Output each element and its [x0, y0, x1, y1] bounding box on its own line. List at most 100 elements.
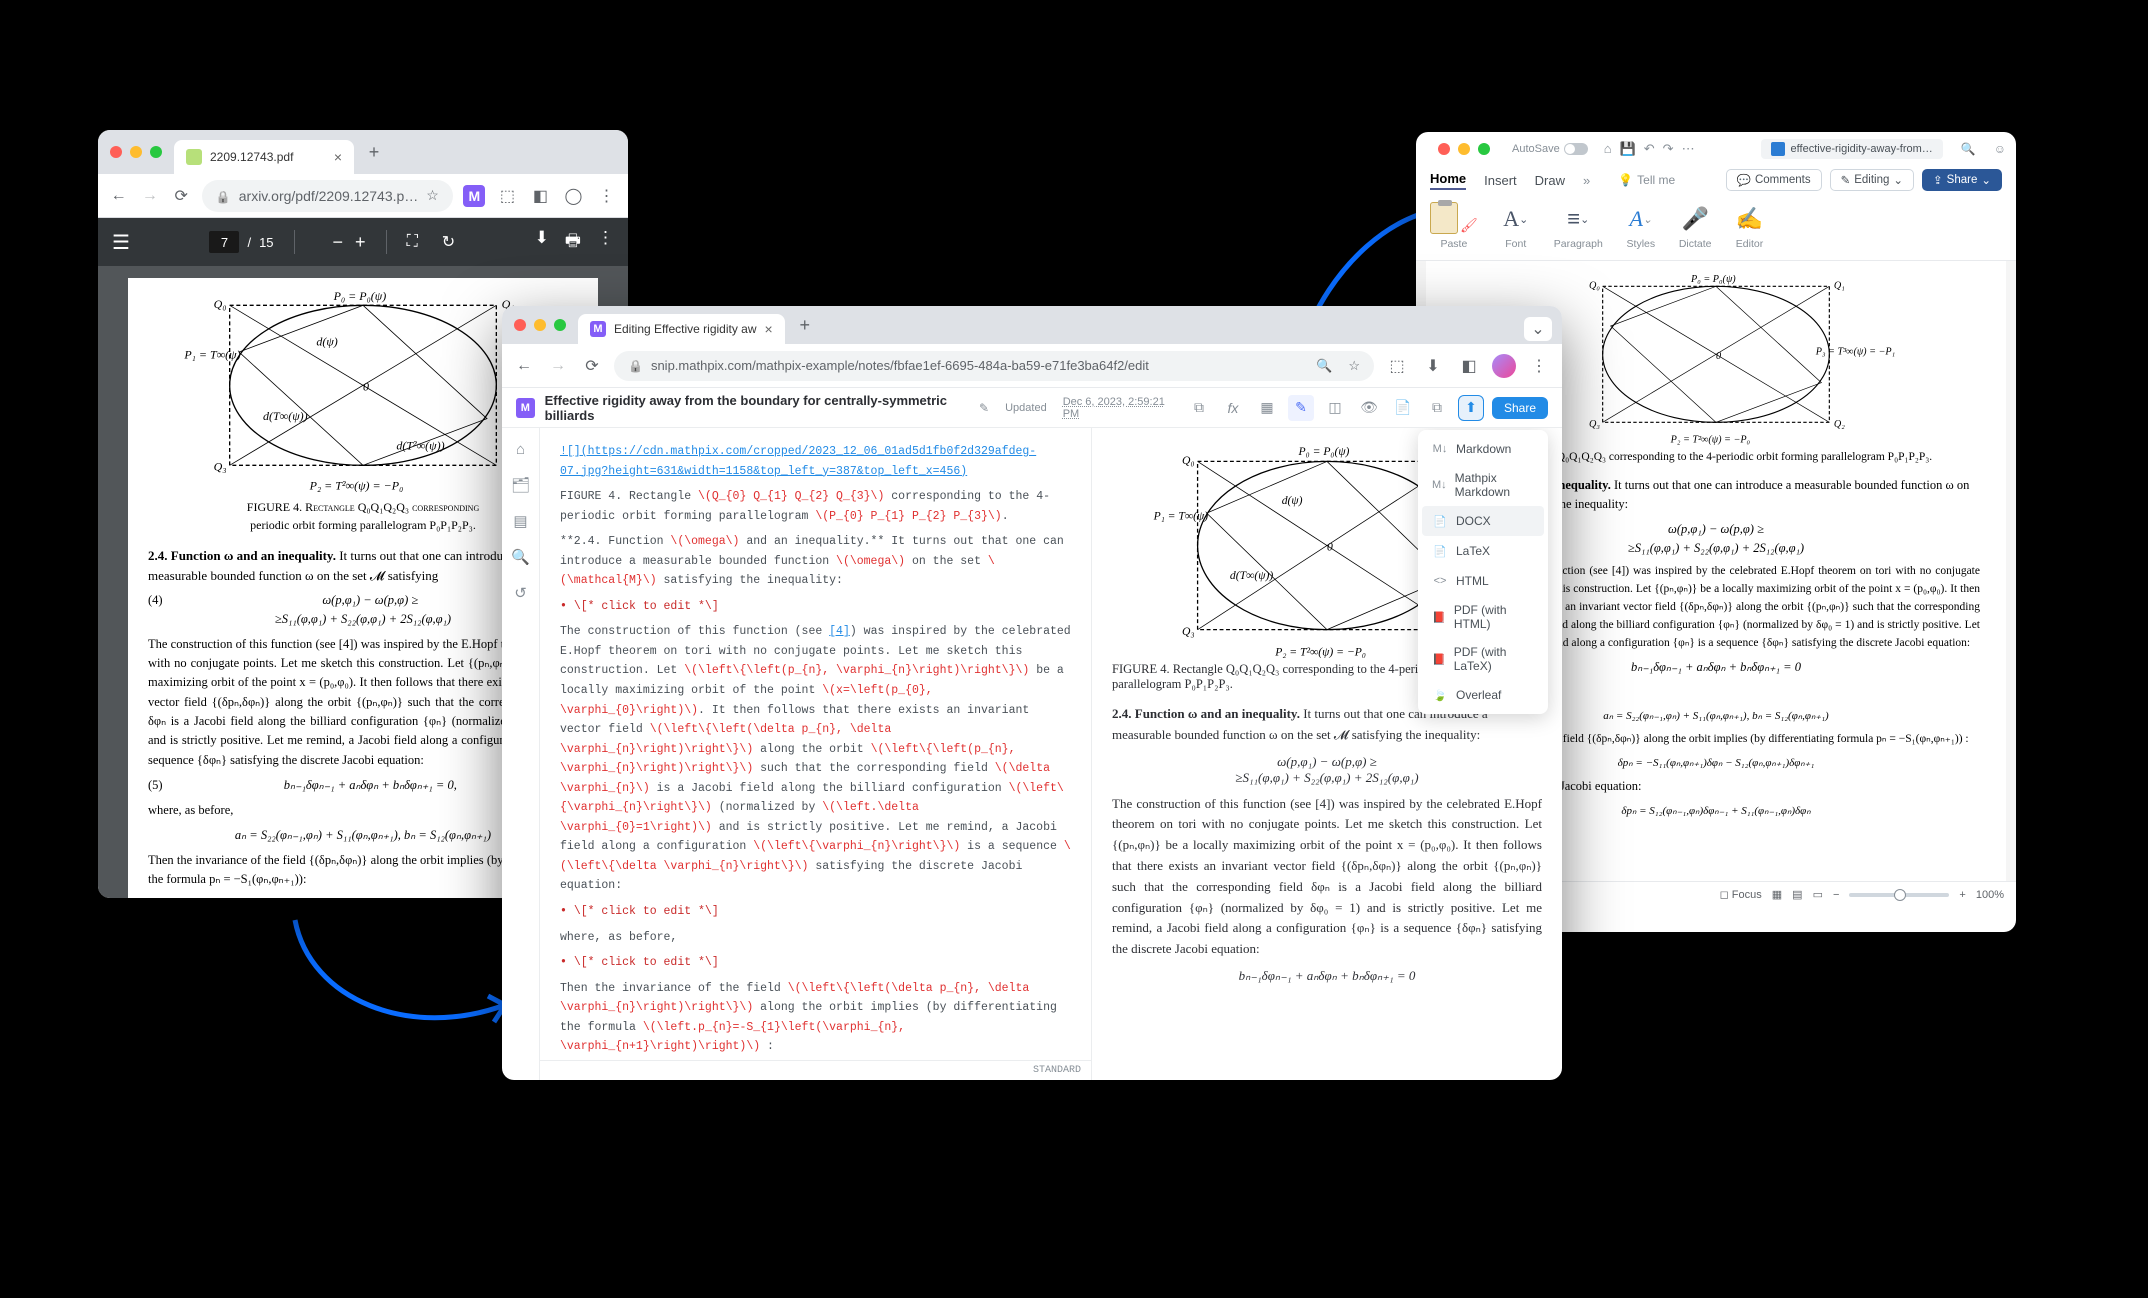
zoom-out-button[interactable]: −	[1833, 889, 1839, 901]
close-window-button[interactable]	[110, 146, 122, 158]
undo-icon[interactable]: ↶	[1644, 141, 1655, 157]
files-icon[interactable]: 🗂	[510, 474, 532, 496]
split-view-icon[interactable]: ◫	[1322, 395, 1348, 421]
export-docx[interactable]: 📄DOCX	[1422, 506, 1544, 536]
download-icon[interactable]: ⬇	[535, 228, 549, 257]
save-icon[interactable]: 💾	[1620, 141, 1636, 157]
browser-tab[interactable]: 2209.12743.pdf ×	[174, 140, 354, 174]
pdf-sidebar-toggle-icon[interactable]: ☰	[112, 230, 130, 255]
click-to-edit-placeholder[interactable]: \[* click to edit *\]	[574, 905, 719, 918]
edit-title-icon[interactable]: ✎	[979, 401, 989, 415]
forward-button[interactable]: →	[546, 354, 570, 378]
minimize-window-button[interactable]	[130, 146, 142, 158]
comments-button[interactable]: 💬Comments	[1726, 169, 1822, 191]
click-to-edit-placeholder[interactable]: \[* click to edit *\]	[574, 600, 719, 613]
markdown-editor[interactable]: ![](https://cdn.mathpix.com/cropped/2023…	[540, 428, 1092, 1080]
ribbon-dictate-group[interactable]: 🎤 Dictate	[1679, 204, 1712, 250]
back-button[interactable]: ←	[512, 354, 536, 378]
export-mathpix-markdown[interactable]: M↓Mathpix Markdown	[1422, 464, 1544, 506]
pdf-export-icon[interactable]: 📄	[1390, 395, 1416, 421]
zoom-in-button[interactable]: +	[1959, 889, 1965, 901]
address-bar[interactable]: arxiv.org/pdf/2209.12743.p… ☆	[202, 180, 453, 212]
zoom-out-button[interactable]: −	[333, 232, 344, 253]
ribbon-paragraph-group[interactable]: ≡⌄ Paragraph	[1554, 204, 1603, 250]
view-read-icon[interactable]: ▭	[1813, 888, 1823, 901]
focus-mode-button[interactable]: ◻ Focus	[1720, 888, 1762, 901]
paintbrush-icon[interactable]: 🖌	[1460, 217, 1478, 234]
forward-button[interactable]: →	[139, 184, 160, 208]
close-window-button[interactable]	[1438, 143, 1450, 155]
reload-button[interactable]: ⟳	[580, 354, 604, 378]
preview-icon[interactable]: 👁	[1356, 395, 1382, 421]
profile-icon[interactable]: ◯	[562, 183, 585, 209]
more-qat-icon[interactable]: ⋯	[1682, 141, 1695, 157]
formula-icon[interactable]: fx	[1220, 395, 1246, 421]
edit-mode-icon[interactable]: ✎	[1288, 395, 1314, 421]
mathpix-extension-icon[interactable]: M	[463, 183, 486, 209]
home-icon[interactable]: ⌂	[510, 438, 532, 460]
print-icon[interactable]: 🖶	[565, 228, 581, 257]
profile-avatar[interactable]	[1492, 354, 1516, 378]
document-title[interactable]: Effective rigidity away from the boundar…	[545, 393, 969, 423]
outline-icon[interactable]: ▤	[510, 510, 532, 532]
tell-me-search[interactable]: 💡 Tell me	[1618, 173, 1675, 187]
new-tab-button[interactable]: +	[360, 138, 388, 166]
history-icon[interactable]: ↺	[510, 582, 532, 604]
search-icon[interactable]: 🔍	[1961, 142, 1976, 156]
new-tab-button[interactable]: +	[791, 311, 819, 339]
click-to-edit-placeholder[interactable]: \[* click to edit *\]	[574, 956, 719, 969]
fit-page-icon[interactable]: ⛶	[407, 233, 418, 251]
address-bar[interactable]: snip.mathpix.com/mathpix-example/notes/f…	[614, 351, 1374, 381]
collapse-tabs-icon[interactable]: ⌄	[1524, 317, 1552, 341]
side-panel-icon[interactable]: ◧	[529, 183, 552, 209]
table-icon[interactable]: ▦	[1254, 395, 1280, 421]
bookmark-icon[interactable]: ☆	[1348, 358, 1360, 374]
export-pdf-latex[interactable]: 📕PDF (with LaTeX)	[1422, 638, 1544, 680]
menu-home[interactable]: Home	[1430, 171, 1466, 190]
copy-icon[interactable]: ⧉	[1424, 395, 1450, 421]
export-overleaf[interactable]: 🍃Overleaf	[1422, 680, 1544, 710]
ribbon-paste-group[interactable]: 🖌 Paste	[1430, 202, 1478, 250]
back-button[interactable]: ←	[108, 184, 129, 208]
export-markdown[interactable]: M↓Markdown	[1422, 434, 1544, 464]
pdf-more-icon[interactable]: ⋮	[597, 228, 614, 257]
download-icon[interactable]: ⬇	[1420, 353, 1446, 379]
home-icon[interactable]: ⌂	[1604, 141, 1612, 157]
menu-more-icon[interactable]: »	[1583, 173, 1590, 188]
zoom-slider[interactable]	[1849, 893, 1949, 897]
export-html[interactable]: <>HTML	[1422, 566, 1544, 596]
export-button[interactable]: ⬆	[1458, 395, 1484, 421]
share-button[interactable]: Share	[1492, 397, 1548, 419]
rotate-icon[interactable]: ↻	[442, 232, 455, 252]
reload-button[interactable]: ⟳	[171, 184, 192, 208]
redo-icon[interactable]: ↷	[1663, 141, 1674, 157]
share-button[interactable]: ⇪Share ⌄	[1922, 169, 2002, 191]
minimize-window-button[interactable]	[1458, 143, 1470, 155]
export-latex[interactable]: 📄LaTeX	[1422, 536, 1544, 566]
word-profile-icon[interactable]: ☺	[1994, 142, 2006, 156]
zoom-in-button[interactable]: +	[355, 232, 366, 253]
bookmark-icon[interactable]: ☆	[426, 187, 439, 204]
close-window-button[interactable]	[514, 319, 526, 331]
side-panel-icon[interactable]: ◧	[1456, 353, 1482, 379]
export-pdf-html[interactable]: 📕PDF (with HTML)	[1422, 596, 1544, 638]
pdf-page-input[interactable]	[209, 231, 239, 253]
search-icon[interactable]: 🔍	[1316, 358, 1332, 374]
snip-capture-icon[interactable]: ⧉	[1186, 395, 1212, 421]
menu-draw[interactable]: Draw	[1535, 173, 1565, 188]
view-web-icon[interactable]: ▤	[1792, 888, 1802, 901]
ribbon-font-group[interactable]: A⌄ Font	[1500, 204, 1532, 250]
ribbon-styles-group[interactable]: A⌄ Styles	[1625, 204, 1657, 250]
zoom-level[interactable]: 100%	[1976, 889, 2004, 901]
chrome-menu-icon[interactable]: ⋮	[1526, 353, 1552, 379]
view-print-icon[interactable]: ▦	[1772, 888, 1782, 901]
image-link[interactable]: ![](https://cdn.mathpix.com/cropped/2023…	[560, 445, 1036, 478]
mathpix-logo-icon[interactable]: M	[516, 398, 535, 418]
maximize-window-button[interactable]	[554, 319, 566, 331]
rendered-preview[interactable]: M↓Markdown M↓Mathpix Markdown 📄DOCX 📄LaT…	[1092, 428, 1562, 1080]
maximize-window-button[interactable]	[1478, 143, 1490, 155]
menu-insert[interactable]: Insert	[1484, 173, 1517, 188]
browser-tab[interactable]: M Editing Effective rigidity aw ×	[578, 314, 785, 344]
extensions-icon[interactable]: ⬚	[496, 183, 519, 209]
search-icon[interactable]: 🔍	[510, 546, 532, 568]
